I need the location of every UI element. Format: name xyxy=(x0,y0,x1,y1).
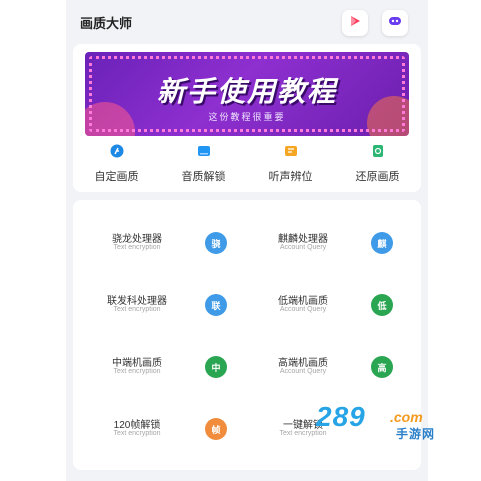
feature-mediatek[interactable]: 联发科处理器 Text encryption 联 xyxy=(77,270,251,332)
feature-name: 低端机画质 xyxy=(278,296,328,307)
restore-quality-icon xyxy=(371,144,385,158)
quick-actions: 自定画质 音质解锁 听声辨位 还原画质 xyxy=(73,144,421,188)
watermark-number: 289 xyxy=(316,401,366,432)
feature-snapdragon[interactable]: 骁龙处理器 Text encryption 骁 xyxy=(77,208,251,270)
discord-icon xyxy=(388,14,402,33)
feature-name: 麒麟处理器 xyxy=(278,234,328,245)
feature-badge: 联 xyxy=(205,294,227,316)
feature-kirin[interactable]: 麒麟处理器 Account Query 麒 xyxy=(243,208,417,270)
feature-mid-end[interactable]: 中端机画质 Text encryption 中 xyxy=(77,332,251,394)
sound-locate-icon xyxy=(284,144,298,158)
quick-action-custom-quality[interactable]: 自定画质 xyxy=(73,144,160,184)
top-card: 新手使用教程 这份教程很重要 自定画质 音质解锁 听声辨位 还原画质 xyxy=(73,44,421,192)
tutorial-banner[interactable]: 新手使用教程 这份教程很重要 xyxy=(85,52,409,136)
watermark-text: 手游网 xyxy=(396,427,436,441)
feature-badge: 骁 xyxy=(205,232,227,254)
play-button[interactable] xyxy=(342,10,368,36)
app-header: 画质大师 xyxy=(66,0,428,44)
quick-action-label: 自定画质 xyxy=(94,171,139,183)
watermark-domain: .com xyxy=(390,409,423,425)
custom-quality-icon xyxy=(110,144,124,158)
audio-unlock-icon xyxy=(197,144,211,158)
feature-name: 联发科处理器 xyxy=(107,296,167,307)
banner-subtitle: 这份教程很重要 xyxy=(208,112,286,122)
quick-action-audio-unlock[interactable]: 音质解锁 xyxy=(160,144,247,184)
feature-low-end[interactable]: 低端机画质 Account Query 低 xyxy=(243,270,417,332)
feature-name: 120帧解锁 xyxy=(113,420,161,431)
feature-badge: 低 xyxy=(371,294,393,316)
banner-title: 新手使用教程 xyxy=(156,76,337,107)
feature-badge: 中 xyxy=(205,356,227,378)
feature-name: 中端机画质 xyxy=(112,358,162,369)
quick-action-label: 还原画质 xyxy=(355,171,400,183)
feature-badge: 帧 xyxy=(205,418,227,440)
feature-badge: 麒 xyxy=(371,232,393,254)
feature-subtitle: Text encryption xyxy=(113,244,161,251)
feature-subtitle: Text encryption xyxy=(113,306,161,313)
feature-badge: 高 xyxy=(371,356,393,378)
feature-subtitle: Account Query xyxy=(279,306,327,313)
quick-action-restore-quality[interactable]: 还原画质 xyxy=(334,144,421,184)
feature-name: 高端机画质 xyxy=(278,358,328,369)
quick-action-label: 听声辨位 xyxy=(268,171,313,183)
discord-button[interactable] xyxy=(382,10,408,36)
feature-name: 骁龙处理器 xyxy=(112,234,162,245)
feature-high-end[interactable]: 高端机画质 Account Query 高 xyxy=(243,332,417,394)
site-watermark: 289 .com 手游网 xyxy=(316,401,466,441)
app-title: 画质大师 xyxy=(80,16,133,31)
play-icon xyxy=(348,14,362,33)
feature-subtitle: Text encryption xyxy=(113,430,161,437)
feature-subtitle: Account Query xyxy=(279,244,327,251)
quick-action-label: 音质解锁 xyxy=(181,171,226,183)
feature-subtitle: Account Query xyxy=(279,368,327,375)
quick-action-sound-locate[interactable]: 听声辨位 xyxy=(247,144,334,184)
feature-120fps-unlock[interactable]: 120帧解锁 Text encryption 帧 xyxy=(77,394,251,456)
feature-subtitle: Text encryption xyxy=(113,368,161,375)
